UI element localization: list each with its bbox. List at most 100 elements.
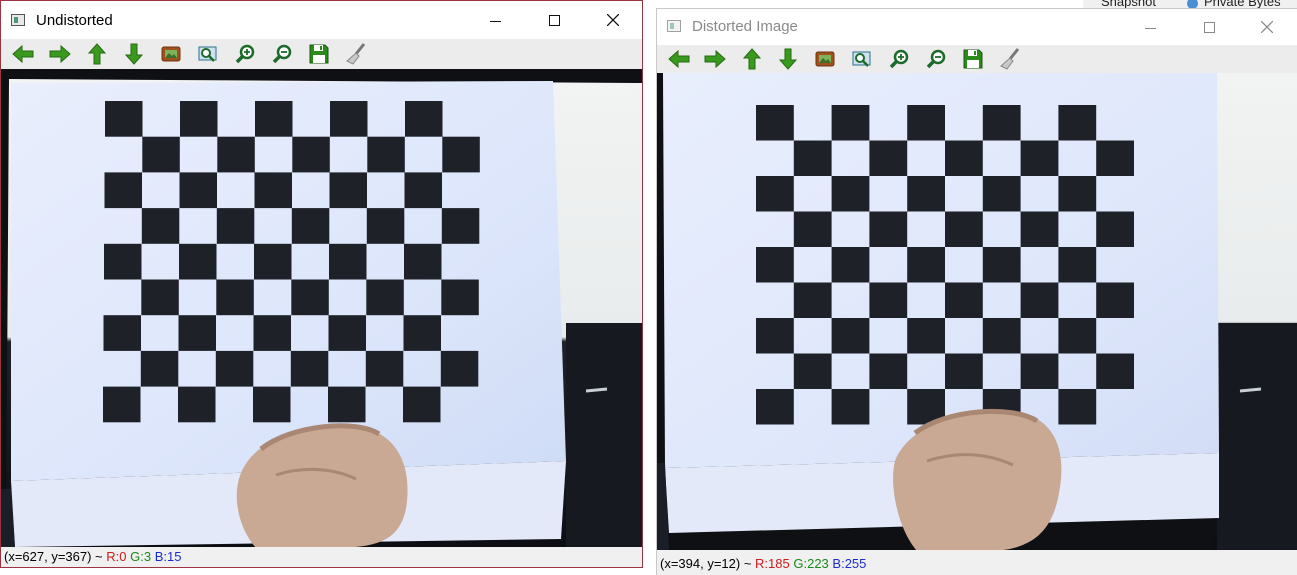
- fit-image-icon: [161, 46, 181, 62]
- checker-square: [907, 318, 945, 354]
- close-button[interactable]: [1244, 9, 1290, 45]
- distorted-image-window: Distorted Image (x=394, y=12) ~ R:185 G:…: [656, 8, 1297, 575]
- arrow-down-icon: [778, 48, 798, 70]
- arrow-left-icon: [668, 49, 690, 69]
- checker-square: [831, 318, 870, 354]
- fit-image-icon: [815, 51, 835, 67]
- zoom-in-icon: [889, 49, 909, 69]
- checker-square: [217, 136, 255, 173]
- minimize-button[interactable]: [1127, 9, 1173, 45]
- arrow-right-icon: [49, 44, 71, 64]
- zoom-out-button[interactable]: [270, 42, 294, 66]
- save-button[interactable]: [961, 47, 985, 71]
- close-button[interactable]: [590, 1, 636, 39]
- arrow-up-icon: [742, 48, 762, 70]
- fit-image-button[interactable]: [159, 42, 183, 66]
- image-view[interactable]: [1, 69, 642, 548]
- checker-square: [1058, 318, 1097, 354]
- arrow-left-icon: [12, 44, 34, 64]
- undistorted-window: Undistorted (x=627, y=367) ~ R:0 G:3 B:1…: [0, 0, 643, 568]
- arrow-right-button[interactable]: [48, 42, 72, 66]
- properties-button[interactable]: [344, 42, 368, 66]
- image-view[interactable]: [657, 73, 1297, 551]
- zoom-out-icon: [926, 49, 946, 69]
- checker-square: [982, 318, 1021, 354]
- arrow-up-button[interactable]: [85, 42, 109, 66]
- checker-square: [179, 243, 217, 280]
- checker-square: [1058, 176, 1097, 212]
- zoom-out-button[interactable]: [924, 47, 948, 71]
- arrow-down-button[interactable]: [776, 47, 800, 71]
- checker-square: [141, 208, 180, 244]
- checker-square: [405, 101, 443, 137]
- checker-square: [1096, 140, 1134, 176]
- checker-square: [403, 386, 441, 423]
- checker-square: [945, 140, 983, 176]
- save-button[interactable]: [307, 42, 331, 66]
- checker-square: [404, 243, 442, 280]
- checker-square: [254, 243, 292, 280]
- zoom-in-button[interactable]: [233, 42, 257, 66]
- maximize-button[interactable]: [1186, 9, 1232, 45]
- checker-square: [329, 172, 367, 209]
- checker-square: [254, 172, 292, 209]
- checker-square: [216, 208, 255, 244]
- checker-square: [756, 389, 794, 425]
- minimize-button[interactable]: [472, 1, 518, 39]
- checker-square: [1096, 211, 1134, 247]
- checker-square: [292, 136, 330, 173]
- checker-square: [982, 247, 1021, 283]
- checker-square: [1020, 282, 1059, 318]
- status-coords: (x=627, y=367) ~: [4, 549, 107, 564]
- checker-square: [442, 136, 480, 173]
- zoom-in-button[interactable]: [887, 47, 911, 71]
- status-bar: (x=394, y=12) ~ R:185 G:223 B:255: [657, 550, 1297, 575]
- checker-square: [180, 101, 218, 137]
- checker-square: [756, 247, 794, 283]
- checker-square: [142, 136, 180, 173]
- arrow-left-button[interactable]: [11, 42, 35, 66]
- arrow-up-button[interactable]: [740, 47, 764, 71]
- checker-square: [1020, 353, 1059, 389]
- checker-square: [291, 208, 330, 244]
- zoom-rect-button[interactable]: [196, 42, 220, 66]
- zoom-rect-button[interactable]: [850, 47, 874, 71]
- close-icon: [607, 14, 619, 26]
- checker-square: [831, 247, 870, 283]
- maximize-icon: [548, 14, 560, 26]
- checker-square: [141, 279, 179, 316]
- arrow-left-button[interactable]: [667, 47, 691, 71]
- app-icon: [667, 20, 681, 32]
- properties-brush-icon: [1000, 48, 1020, 70]
- checker-square: [907, 105, 945, 141]
- checker-square: [982, 176, 1021, 212]
- checker-square: [831, 389, 870, 425]
- fit-image-button[interactable]: [813, 47, 837, 71]
- minimize-icon: [489, 20, 501, 22]
- checker-square: [793, 140, 832, 176]
- checker-square: [215, 350, 254, 387]
- checker-square: [1096, 282, 1134, 318]
- checker-square: [869, 353, 908, 389]
- camera-image: [1, 69, 642, 548]
- app-icon: [11, 14, 25, 26]
- zoom-rect-icon: [198, 46, 217, 62]
- checker-square: [831, 105, 870, 141]
- arrow-down-button[interactable]: [122, 42, 146, 66]
- checker-square: [367, 136, 405, 173]
- checker-square: [140, 350, 179, 387]
- title-bar[interactable]: Undistorted: [1, 1, 642, 39]
- toolbar: [1, 39, 642, 69]
- checker-square: [1058, 105, 1097, 141]
- properties-button[interactable]: [998, 47, 1022, 71]
- save-icon: [309, 44, 329, 64]
- checker-square: [365, 350, 404, 387]
- arrow-right-button[interactable]: [703, 47, 727, 71]
- background-private-bytes-label: Private Bytes: [1204, 0, 1281, 8]
- maximize-button[interactable]: [531, 1, 577, 39]
- title-bar[interactable]: Distorted Image: [657, 9, 1297, 45]
- properties-brush-icon: [346, 43, 366, 65]
- checker-square: [216, 279, 254, 316]
- window-title: Undistorted: [36, 12, 113, 29]
- zoom-in-icon: [235, 44, 255, 64]
